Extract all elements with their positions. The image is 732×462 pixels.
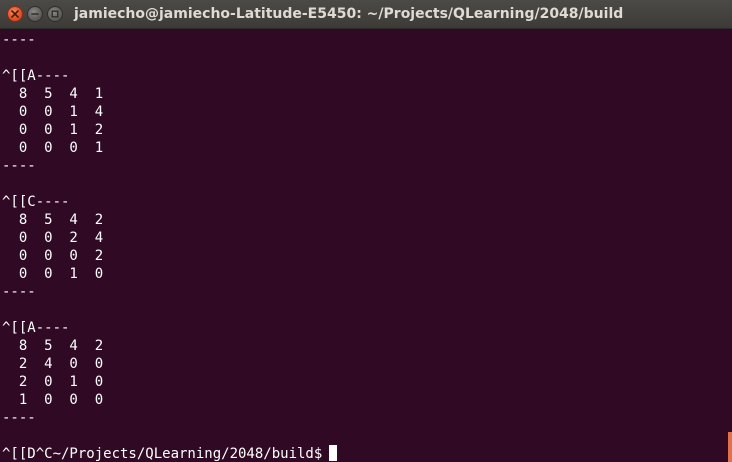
terminal-line: ---- bbox=[2, 284, 36, 300]
close-icon[interactable] bbox=[7, 6, 23, 22]
terminal-line: ^[[A---- bbox=[2, 68, 70, 84]
terminal-line: 2 4 0 0 bbox=[2, 356, 104, 372]
terminal-line: 1 0 0 0 bbox=[2, 392, 104, 408]
terminal-line: 0 0 1 2 bbox=[2, 122, 104, 138]
terminal-line: 0 0 0 1 bbox=[2, 140, 104, 156]
maximize-icon[interactable] bbox=[47, 6, 63, 22]
window-title: jamiecho@jamiecho-Latitude-E5450: ~/Proj… bbox=[74, 6, 624, 22]
terminal-line: 0 0 1 0 bbox=[2, 266, 104, 282]
title-bar[interactable]: jamiecho@jamiecho-Latitude-E5450: ~/Proj… bbox=[0, 0, 732, 29]
terminal-line: ---- bbox=[2, 158, 36, 174]
terminal-line: 0 0 1 4 bbox=[2, 104, 104, 120]
terminal-line: 8 5 4 2 bbox=[2, 338, 104, 354]
terminal-line: ---- bbox=[2, 410, 36, 426]
terminal-window: jamiecho@jamiecho-Latitude-E5450: ~/Proj… bbox=[0, 0, 732, 462]
terminal-line: 0 0 2 4 bbox=[2, 230, 104, 246]
terminal-line: ---- bbox=[2, 32, 36, 48]
terminal-line: 8 5 4 1 bbox=[2, 86, 104, 102]
scrollbar-indicator[interactable] bbox=[728, 432, 732, 462]
prompt-line: ^[[D^C~/Projects/QLearning/2048/build$ bbox=[2, 445, 338, 462]
minimize-icon[interactable] bbox=[27, 6, 43, 22]
terminal-line: 8 5 4 2 bbox=[2, 212, 104, 228]
terminal-output: ---- ^[[A---- 8 5 4 1 0 0 1 4 0 0 1 2 0 0… bbox=[2, 31, 338, 462]
terminal-line: ^[[A---- bbox=[2, 320, 70, 336]
terminal-line: 2 0 1 0 bbox=[2, 374, 104, 390]
text-cursor bbox=[329, 445, 338, 461]
terminal-body[interactable]: ---- ^[[A---- 8 5 4 1 0 0 1 4 0 0 1 2 0 0… bbox=[0, 29, 732, 462]
terminal-line: 0 0 0 2 bbox=[2, 248, 104, 264]
terminal-line: ^[[C---- bbox=[2, 194, 70, 210]
